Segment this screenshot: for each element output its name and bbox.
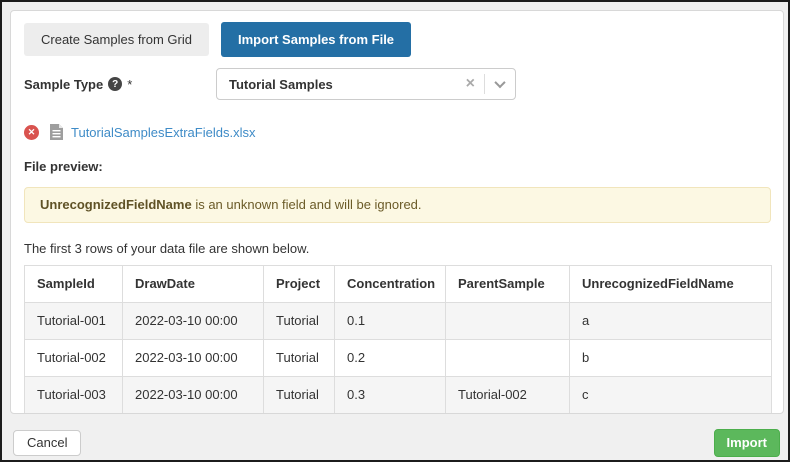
remove-file-icon[interactable]: ✕	[24, 125, 39, 140]
file-document-icon	[50, 124, 63, 140]
file-preview-heading: File preview:	[24, 159, 770, 174]
table-cell: a	[570, 303, 772, 340]
help-icon[interactable]: ?	[108, 77, 122, 91]
table-row: Tutorial-001 2022-03-10 00:00 Tutorial 0…	[25, 303, 772, 340]
sample-type-select[interactable]: Tutorial Samples ×	[216, 68, 516, 100]
attached-file-row: ✕ TutorialSamplesExtraFields.xlsx	[24, 123, 770, 141]
clear-selection-icon[interactable]: ×	[457, 76, 484, 92]
table-cell: Tutorial-001	[25, 303, 123, 340]
mode-tabs: Create Samples from Grid Import Samples …	[24, 22, 770, 57]
column-header: SampleId	[25, 266, 123, 303]
column-header: Project	[264, 266, 335, 303]
table-cell	[446, 303, 570, 340]
table-cell	[446, 340, 570, 377]
import-samples-window: Create Samples from Grid Import Samples …	[0, 0, 790, 462]
table-cell: Tutorial-003	[25, 377, 123, 414]
column-header: Concentration	[335, 266, 446, 303]
import-samples-panel: Create Samples from Grid Import Samples …	[10, 10, 784, 414]
chevron-down-icon	[494, 77, 505, 88]
column-header: ParentSample	[446, 266, 570, 303]
sample-type-label: Sample Type ? *	[24, 77, 216, 92]
table-cell: 2022-03-10 00:00	[123, 340, 264, 377]
warning-message: is an unknown field and will be ignored.	[192, 197, 422, 212]
column-header: DrawDate	[123, 266, 264, 303]
table-cell: Tutorial	[264, 377, 335, 414]
table-cell: Tutorial	[264, 303, 335, 340]
table-cell: Tutorial-002	[446, 377, 570, 414]
table-cell: 2022-03-10 00:00	[123, 303, 264, 340]
table-header-row: SampleId DrawDate Project Concentration …	[25, 266, 772, 303]
table-cell: b	[570, 340, 772, 377]
sample-type-row: Sample Type ? * Tutorial Samples ×	[24, 68, 770, 100]
tab-create-samples-from-grid[interactable]: Create Samples from Grid	[24, 23, 209, 56]
sample-type-label-text: Sample Type	[24, 77, 103, 92]
dropdown-toggle[interactable]	[485, 80, 515, 88]
table-cell: c	[570, 377, 772, 414]
required-asterisk: *	[127, 77, 132, 92]
table-cell: 0.2	[335, 340, 446, 377]
table-cell: Tutorial	[264, 340, 335, 377]
table-cell: Tutorial-002	[25, 340, 123, 377]
table-cell: 2022-03-10 00:00	[123, 377, 264, 414]
rows-shown-note: The first 3 rows of your data file are s…	[24, 241, 770, 256]
tab-import-samples-from-file[interactable]: Import Samples from File	[221, 22, 411, 57]
table-row: Tutorial-003 2022-03-10 00:00 Tutorial 0…	[25, 377, 772, 414]
import-button[interactable]: Import	[714, 429, 780, 457]
column-header: UnrecognizedFieldName	[570, 266, 772, 303]
cancel-button[interactable]: Cancel	[13, 430, 81, 456]
uploaded-file-link[interactable]: TutorialSamplesExtraFields.xlsx	[71, 125, 255, 140]
sample-type-selected-value: Tutorial Samples	[217, 77, 457, 92]
table-row: Tutorial-002 2022-03-10 00:00 Tutorial 0…	[25, 340, 772, 377]
file-preview-table: SampleId DrawDate Project Concentration …	[24, 265, 772, 414]
warning-alert: UnrecognizedFieldName is an unknown fiel…	[24, 187, 771, 223]
table-cell: 0.3	[335, 377, 446, 414]
table-cell: 0.1	[335, 303, 446, 340]
warning-field-name: UnrecognizedFieldName	[40, 197, 192, 212]
